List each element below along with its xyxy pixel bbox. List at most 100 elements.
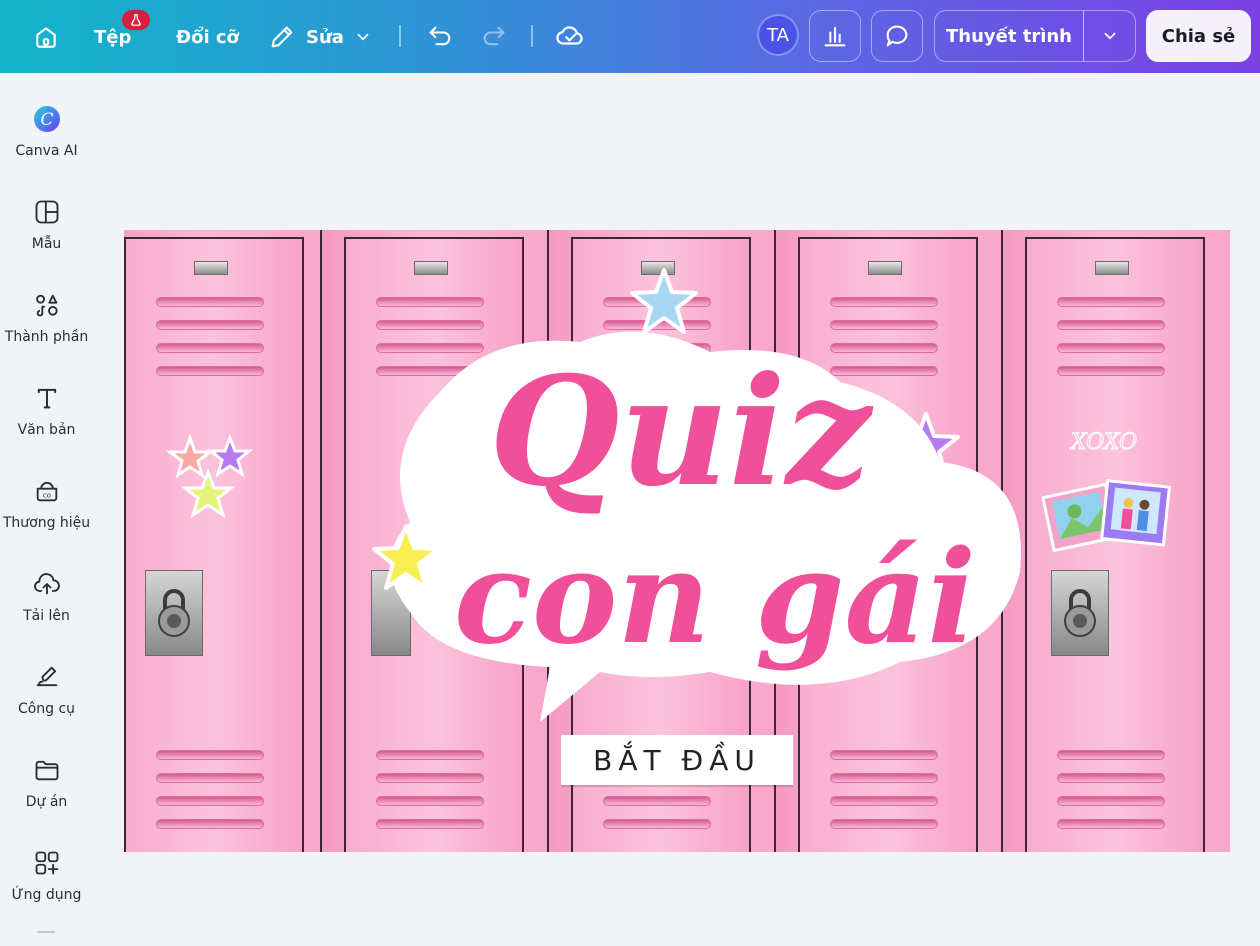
locker-vent [1057, 796, 1165, 806]
top-toolbar: Tệp Đổi cỡ Sửa TA Thuyết trình Chia sẻ [0, 0, 1260, 73]
locker-vent [156, 366, 264, 376]
locker-vent [376, 819, 484, 829]
locker-vent [156, 773, 264, 783]
tools-icon [31, 661, 63, 693]
edit-label: Sửa [306, 26, 344, 48]
locker [124, 230, 327, 852]
locker-vent [1057, 366, 1165, 376]
sidebar-item-canva-ai[interactable]: C Canva AI [0, 89, 93, 169]
insights-button[interactable] [809, 10, 861, 62]
share-button[interactable]: Chia sẻ [1146, 10, 1251, 62]
present-options-dropdown[interactable] [1083, 10, 1136, 62]
locker-nameplate [414, 261, 448, 275]
locker-vent [603, 819, 711, 829]
brand-icon: co [31, 475, 63, 507]
locker-vent [376, 796, 484, 806]
bar-chart-icon [824, 26, 846, 47]
left-sidebar: C Canva AI Mẫu Thành phần Văn bản co Thư… [0, 73, 93, 946]
upload-icon [31, 568, 63, 600]
undo-button[interactable] [422, 18, 458, 54]
locker-vent [376, 773, 484, 783]
sidebar-item-label: Mẫu [31, 236, 62, 252]
saved-status-button[interactable] [551, 18, 589, 54]
edit-mode-dropdown[interactable]: Sửa [268, 18, 372, 56]
text-icon [31, 382, 63, 414]
beta-badge [122, 10, 150, 30]
sidebar-item-label: Công cụ [17, 701, 76, 717]
apps-icon [31, 847, 63, 879]
home-icon [36, 27, 56, 48]
purple-star-icon [206, 434, 254, 478]
sidebar-item-uploads[interactable]: Tải lên [0, 554, 93, 634]
resize-button[interactable]: Đổi cỡ [176, 22, 239, 52]
locker-nameplate [194, 261, 228, 275]
chevron-down-icon [1104, 32, 1115, 40]
sidebar-item-elements[interactable]: Thành phần [0, 275, 93, 355]
comment-icon [886, 25, 908, 47]
chevron-down-icon [357, 33, 369, 41]
xoxo-sticker[interactable]: XOXO [1064, 424, 1144, 458]
locker-vent [156, 750, 264, 760]
quiz-title-sticker[interactable]: Quiz con gái [380, 322, 1030, 722]
sidebar-item-apps[interactable]: Ứng dụng [0, 833, 93, 913]
pink-star-icon [165, 434, 215, 479]
sidebar-item-projects[interactable]: Dự án [0, 740, 93, 820]
toolbar-divider [531, 25, 533, 47]
sidebar-item-brand[interactable]: co Thương hiệu [0, 461, 93, 541]
locker-vent [1057, 297, 1165, 307]
sidebar-item-label: Tải lên [23, 608, 70, 624]
photos-sticker[interactable] [1042, 478, 1172, 558]
yellow-star-icon [372, 524, 440, 590]
locker-vent [830, 297, 938, 307]
avatar[interactable]: TA [757, 14, 799, 56]
locker-vent [156, 320, 264, 330]
cloud-check-icon [556, 26, 583, 45]
locker-padlock [1051, 570, 1109, 656]
sidebar-item-label: Ứng dụng [11, 887, 82, 903]
home-button[interactable] [26, 18, 66, 56]
canva-ai-icon: C [31, 103, 63, 135]
toolbar-divider [399, 25, 401, 47]
redo-button[interactable] [476, 18, 512, 54]
locker-padlock [145, 570, 203, 656]
sidebar-item-text[interactable]: Văn bản [0, 368, 93, 448]
sidebar-item-label: Thành phần [4, 329, 89, 345]
redo-icon [483, 26, 505, 46]
locker-nameplate [868, 261, 902, 275]
sidebar-scroll-indicator [37, 931, 55, 933]
locker-vent [156, 297, 264, 307]
locker-vent [603, 796, 711, 806]
comments-button[interactable] [871, 10, 923, 62]
elements-icon [31, 289, 63, 321]
yellow-star-sticker[interactable] [368, 522, 444, 598]
sidebar-item-tools[interactable]: Công cụ [0, 647, 93, 727]
locker-vent [1057, 320, 1165, 330]
sidebar-item-label: Canva AI [15, 143, 78, 159]
sidebar-item-templates[interactable]: Mẫu [0, 182, 93, 262]
locker-vent [1057, 773, 1165, 783]
locker-vent [1057, 343, 1165, 353]
sidebar-item-label: Dự án [25, 794, 68, 810]
file-menu-label: Tệp [94, 26, 132, 48]
star-cluster-sticker[interactable] [164, 434, 260, 530]
locker-vent [1057, 819, 1165, 829]
start-button[interactable]: BẮT ĐẦU [561, 735, 793, 785]
flask-icon [131, 14, 141, 26]
locker-vent [830, 750, 938, 760]
sidebar-item-label: Văn bản [17, 422, 76, 438]
locker-vent [830, 819, 938, 829]
svg-text:C: C [40, 110, 53, 130]
present-button[interactable]: Thuyết trình [934, 10, 1084, 62]
quiz-title-line2: con gái [454, 523, 976, 673]
locker-vent [830, 796, 938, 806]
padlock-icon [1064, 589, 1096, 637]
locker-vent [376, 297, 484, 307]
locker-nameplate [1095, 261, 1129, 275]
design-canvas-slide[interactable]: Quiz con gái XOXO BẮT ĐẦU [124, 230, 1230, 852]
sidebar-item-label: Thương hiệu [2, 515, 91, 531]
template-icon [31, 196, 63, 228]
svg-text:co: co [42, 491, 50, 499]
locker-vent [1057, 750, 1165, 760]
locker-vent [830, 773, 938, 783]
locker-vent [156, 796, 264, 806]
